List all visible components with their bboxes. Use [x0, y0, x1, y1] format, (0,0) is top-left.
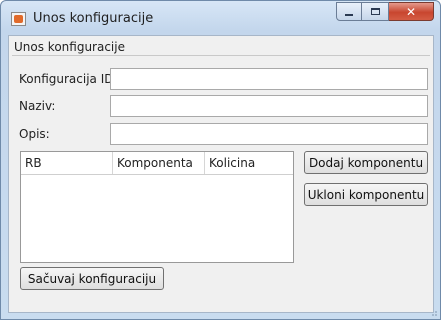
- add-component-button[interactable]: Dodaj komponentu: [304, 151, 428, 174]
- column-header-rb[interactable]: RB: [21, 152, 113, 174]
- java-app-icon: [11, 12, 26, 26]
- group-title: Unos konfiguracije: [14, 40, 125, 54]
- name-input[interactable]: [110, 95, 428, 117]
- description-input[interactable]: [110, 123, 428, 145]
- save-configuration-button[interactable]: Sačuvaj konfiguraciju: [20, 267, 164, 290]
- config-id-input[interactable]: [110, 68, 428, 90]
- close-button[interactable]: ✕: [389, 2, 434, 21]
- resize-grip-icon[interactable]: [428, 307, 438, 317]
- remove-component-button[interactable]: Ukloni komponentu: [304, 183, 428, 206]
- table-header: RB Komponenta Kolicina: [21, 152, 293, 175]
- window-controls: ✕: [336, 2, 434, 21]
- form-panel: Unos konfiguracije Konfiguracija ID: Naz…: [8, 35, 434, 313]
- close-icon: ✕: [405, 4, 417, 19]
- maximize-button[interactable]: [362, 2, 389, 21]
- description-label: Opis:: [19, 127, 50, 141]
- minimize-icon: [345, 13, 353, 16]
- column-header-kolicina[interactable]: Kolicina: [205, 152, 293, 174]
- group-divider: [12, 55, 430, 56]
- config-id-label: Konfiguracija ID:: [19, 72, 118, 86]
- window-title: Unos konfiguracije: [33, 11, 154, 26]
- application-window: Unos konfiguracije ✕ Unos konfiguracije …: [0, 0, 441, 320]
- minimize-button[interactable]: [336, 2, 362, 21]
- maximize-icon: [370, 8, 380, 15]
- title-bar[interactable]: Unos konfiguracije ✕: [1, 1, 440, 35]
- components-table[interactable]: RB Komponenta Kolicina: [20, 151, 294, 263]
- column-header-komponenta[interactable]: Komponenta: [113, 152, 205, 174]
- name-label: Naziv:: [19, 99, 56, 113]
